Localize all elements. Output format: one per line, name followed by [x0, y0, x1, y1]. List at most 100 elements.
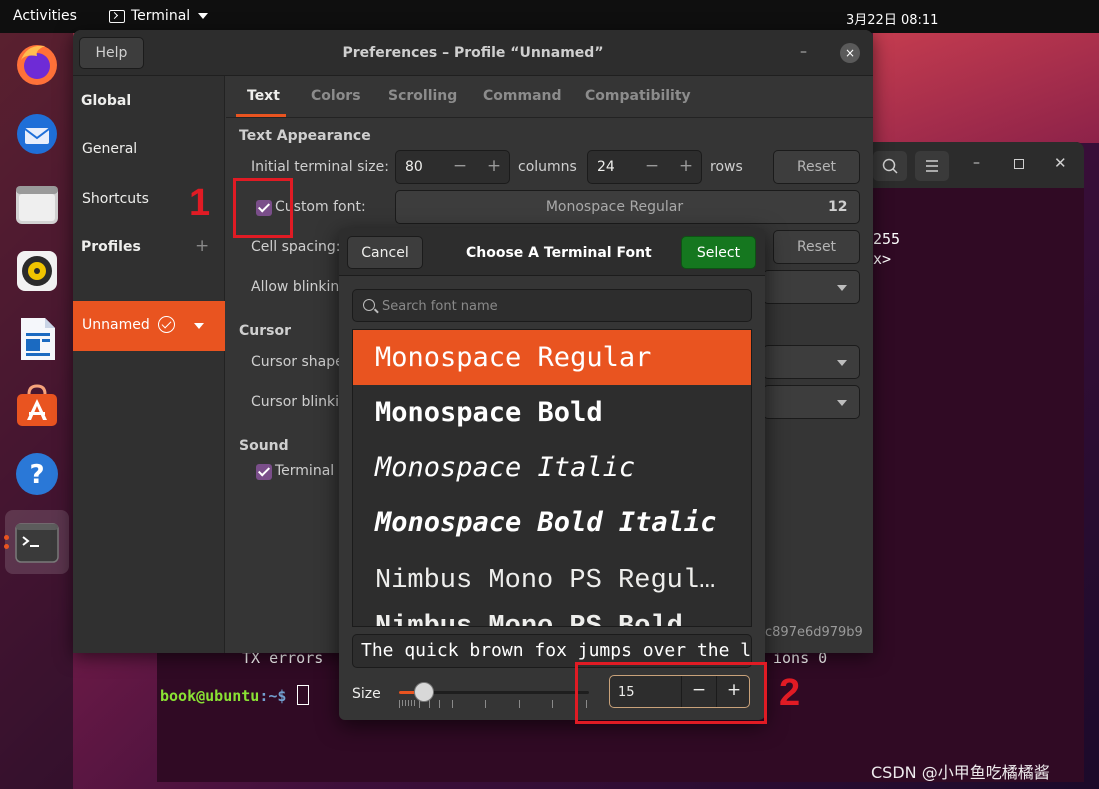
- profile-id: c897e6d979b9: [765, 625, 863, 640]
- default-profile-check-icon: [158, 316, 175, 333]
- terminal-output-line: x>: [873, 250, 892, 268]
- files-icon[interactable]: [13, 180, 61, 228]
- chevron-down-icon: [837, 285, 847, 291]
- window-title: Preferences – Profile “Unnamed”: [342, 45, 604, 61]
- app-menu[interactable]: Terminal: [109, 8, 209, 24]
- profile-name: Unnamed: [82, 317, 150, 333]
- menu-button[interactable]: [915, 151, 949, 181]
- cursor-shape-dropdown[interactable]: [763, 345, 860, 379]
- size-slider-handle[interactable]: [414, 682, 434, 702]
- allow-blinking-label: Allow blinking: [251, 279, 349, 295]
- prompt-path: :~$: [259, 687, 287, 705]
- slider-tick: [439, 700, 440, 708]
- add-profile-button[interactable]: +: [195, 236, 209, 256]
- sidebar-heading-profiles: Profiles: [81, 239, 141, 255]
- font-list-item-monospace-bold[interactable]: Monospace Bold: [353, 385, 751, 440]
- active-tab-indicator: [236, 114, 286, 117]
- rows-label: rows: [710, 159, 743, 175]
- tab-bar: Text Colors Scrolling Command Compatibil…: [226, 76, 873, 118]
- rows-spin[interactable]: 24 − +: [587, 150, 702, 184]
- slider-tick: [452, 700, 453, 708]
- ubuntu-software-icon[interactable]: [13, 382, 61, 430]
- clock[interactable]: 3月22日 08:11: [846, 9, 938, 28]
- svg-text:?: ?: [29, 460, 44, 490]
- columns-decrement-button[interactable]: −: [446, 156, 474, 176]
- close-button[interactable]: ×: [840, 43, 860, 63]
- tab-text[interactable]: Text: [247, 88, 280, 104]
- slider-tick: [402, 700, 403, 706]
- slider-tick: [399, 700, 400, 708]
- close-button[interactable]: ✕: [1054, 154, 1067, 172]
- chevron-down-icon: [837, 360, 847, 366]
- font-name: Monospace Regular: [545, 199, 684, 215]
- font-picker-button[interactable]: Monospace Regular 12: [395, 190, 860, 224]
- reset-spacing-button[interactable]: Reset: [773, 230, 860, 264]
- terminal-icon: [109, 9, 125, 23]
- font-search-field[interactable]: [352, 289, 752, 322]
- running-indicator: [4, 544, 9, 549]
- reset-size-button[interactable]: Reset: [773, 150, 860, 184]
- help-icon[interactable]: ?: [13, 450, 61, 498]
- font-search-input[interactable]: [382, 296, 742, 316]
- cursor-blinking-dropdown[interactable]: [763, 385, 860, 419]
- hamburger-icon: [926, 160, 938, 172]
- slider-tick: [429, 700, 430, 708]
- columns-increment-button[interactable]: +: [480, 156, 508, 176]
- preferences-header-bar: Help Preferences – Profile “Unnamed” – ×: [73, 30, 873, 76]
- initial-size-label: Initial terminal size:: [251, 159, 389, 175]
- rows-decrement-button[interactable]: −: [638, 156, 666, 176]
- terminal-bell-label: Terminal b: [275, 463, 348, 479]
- wallpaper: [873, 33, 1099, 143]
- font-list-item-monospace-bold-italic[interactable]: Monospace Bold Italic: [353, 495, 751, 550]
- tab-command[interactable]: Command: [483, 88, 562, 104]
- sidebar-item-unnamed[interactable]: Unnamed: [73, 301, 225, 351]
- rhythmbox-icon[interactable]: [13, 247, 61, 295]
- sidebar-item-shortcuts[interactable]: Shortcuts: [82, 191, 149, 207]
- select-button[interactable]: Select: [681, 236, 756, 269]
- search-button[interactable]: [873, 151, 907, 181]
- tab-scrolling[interactable]: Scrolling: [388, 88, 457, 104]
- font-list-item-monospace-regular[interactable]: Monospace Regular: [353, 330, 751, 385]
- thunderbird-icon[interactable]: [13, 110, 61, 158]
- slider-tick: [552, 700, 553, 708]
- terminal-output-line: 255: [873, 230, 901, 248]
- cell-spacing-label: Cell spacing:: [251, 239, 341, 255]
- maximize-button[interactable]: [1014, 159, 1024, 169]
- rows-value: 24: [597, 159, 615, 175]
- chevron-down-icon[interactable]: [194, 323, 204, 329]
- font-list-item-nimbus-mono-ps-bold[interactable]: Nimbus Mono PS Bold: [353, 600, 751, 626]
- tab-compatibility[interactable]: Compatibility: [585, 88, 691, 104]
- libreoffice-writer-icon[interactable]: [13, 315, 61, 363]
- cursor-shape-label: Cursor shape: [251, 354, 344, 370]
- font-list[interactable]: Monospace Regular Monospace Bold Monospa…: [352, 329, 752, 627]
- columns-spin[interactable]: 80 − +: [395, 150, 510, 184]
- slider-tick: [485, 700, 486, 708]
- terminal-icon[interactable]: [13, 518, 61, 566]
- section-cursor: Cursor: [239, 323, 292, 339]
- tab-colors[interactable]: Colors: [311, 88, 361, 104]
- activities-button[interactable]: Activities: [13, 8, 77, 24]
- annotation-box-1: [233, 178, 293, 238]
- minimize-button[interactable]: –: [800, 44, 807, 60]
- cursor-blinking-label: Cursor blinkin: [251, 394, 348, 410]
- font-list-item-monospace-italic[interactable]: Monospace Italic: [353, 440, 751, 495]
- search-icon: [882, 158, 898, 174]
- cancel-button[interactable]: Cancel: [347, 236, 423, 269]
- size-label: Size: [352, 686, 381, 702]
- minimize-button[interactable]: –: [973, 155, 980, 171]
- columns-label: columns: [518, 159, 577, 175]
- font-preview-text: The quick brown fox jumps over the lazy …: [361, 640, 752, 661]
- font-chooser-dialog: Cancel Choose A Terminal Font Select Mon…: [339, 228, 765, 720]
- chevron-down-icon: [198, 13, 209, 19]
- annotation-number-2: 2: [779, 672, 801, 714]
- terminal-bell-checkbox[interactable]: [256, 464, 272, 480]
- app-menu-label: Terminal: [131, 8, 191, 24]
- sidebar-item-general[interactable]: General: [82, 141, 137, 157]
- prompt-user: book@ubuntu: [160, 687, 260, 705]
- firefox-icon[interactable]: [13, 40, 61, 88]
- rows-increment-button[interactable]: +: [672, 156, 700, 176]
- allow-blinking-dropdown[interactable]: [763, 270, 860, 304]
- slider-tick: [408, 700, 409, 706]
- search-icon: [363, 299, 375, 311]
- top-bar: Activities Terminal 3月22日 08:11: [0, 0, 1099, 33]
